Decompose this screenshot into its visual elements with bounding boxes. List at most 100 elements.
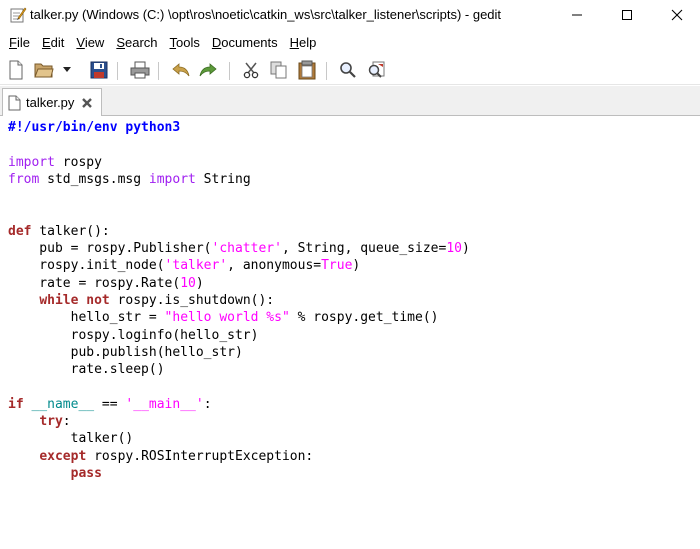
document-tab-strip: talker.py bbox=[0, 86, 700, 116]
code-token: String bbox=[195, 171, 251, 187]
code-token: talker(): bbox=[31, 223, 110, 239]
code-token: rospy.init_node( bbox=[8, 258, 165, 274]
print-button[interactable] bbox=[129, 59, 151, 81]
code-line[interactable]: except rospy.ROSInterruptException: bbox=[8, 448, 313, 465]
code-token: std_msgs.msg bbox=[39, 171, 149, 187]
code-token: % rospy.get_time() bbox=[289, 310, 439, 326]
copy-icon bbox=[270, 61, 288, 79]
save-icon bbox=[90, 61, 108, 79]
code-line[interactable]: if __name__ == '__main__': bbox=[8, 396, 212, 413]
find-icon bbox=[339, 61, 357, 79]
code-line[interactable]: rospy.loginfo(hello_str) bbox=[8, 327, 259, 344]
code-token: , String, queue_size= bbox=[281, 241, 447, 257]
code-token: try bbox=[39, 414, 63, 430]
close-icon bbox=[671, 9, 683, 21]
tab-talker-py[interactable]: talker.py bbox=[2, 88, 102, 116]
code-token: True bbox=[321, 258, 353, 274]
redo-button[interactable] bbox=[197, 59, 219, 81]
menu-help[interactable]: Help bbox=[285, 33, 322, 52]
code-token: not bbox=[86, 293, 110, 308]
dropdown-arrow-icon bbox=[62, 67, 72, 73]
code-token: __name__ bbox=[31, 396, 95, 412]
find-replace-button[interactable] bbox=[365, 59, 387, 81]
menu-edit[interactable]: Edit bbox=[37, 33, 69, 52]
code-line[interactable]: def talker(): bbox=[8, 223, 110, 240]
code-line[interactable]: import rospy bbox=[8, 154, 102, 171]
document-icon bbox=[8, 95, 22, 116]
gedit-app-icon bbox=[9, 6, 27, 24]
code-token: while bbox=[39, 293, 79, 308]
code-token: ) bbox=[461, 241, 470, 257]
menu-view[interactable]: View bbox=[71, 33, 109, 52]
open-dropdown-button[interactable] bbox=[59, 59, 75, 81]
redo-icon bbox=[198, 61, 218, 79]
paste-button[interactable] bbox=[296, 59, 318, 81]
code-token: : bbox=[203, 396, 212, 412]
code-line[interactable]: from std_msgs.msg import String bbox=[8, 171, 251, 188]
tab-label: talker.py bbox=[26, 95, 75, 110]
undo-button[interactable] bbox=[170, 59, 192, 81]
print-icon bbox=[130, 61, 150, 79]
save-button[interactable] bbox=[88, 59, 110, 81]
code-line[interactable]: rospy.init_node('talker', anonymous=True… bbox=[8, 257, 360, 274]
code-token: import bbox=[8, 154, 55, 170]
code-line[interactable]: pub = rospy.Publisher('chatter', String,… bbox=[8, 240, 470, 257]
code-editor[interactable]: #!/usr/bin/env python3 import rospy from s… bbox=[0, 116, 700, 549]
menu-documents[interactable]: Documents bbox=[207, 33, 283, 52]
minimize-button[interactable] bbox=[554, 0, 600, 30]
title-bar[interactable]: talker.py (Windows (C:) \opt\ros\noetic\… bbox=[0, 0, 700, 30]
code-token: 10 bbox=[446, 241, 462, 257]
paste-icon bbox=[298, 60, 316, 80]
new-document-icon bbox=[7, 60, 25, 80]
code-line[interactable]: while not rospy.is_shutdown(): bbox=[8, 292, 274, 309]
code-token: if bbox=[8, 396, 24, 412]
code-line[interactable]: try: bbox=[8, 413, 71, 430]
code-token: , anonymous= bbox=[227, 258, 322, 274]
menu-file[interactable]: File bbox=[4, 33, 35, 52]
open-button[interactable] bbox=[33, 59, 55, 81]
close-tab-icon[interactable] bbox=[81, 96, 93, 114]
code-token: : bbox=[62, 414, 71, 430]
code-line[interactable]: hello_str = "hello world %s" % rospy.get… bbox=[8, 309, 439, 326]
code-token: 'talker' bbox=[164, 258, 228, 274]
menu-search[interactable]: Search bbox=[111, 33, 162, 52]
new-document-button[interactable] bbox=[5, 59, 27, 81]
open-folder-icon bbox=[34, 61, 54, 79]
code-token: except bbox=[39, 448, 87, 464]
code-token: '__main__' bbox=[125, 396, 204, 412]
code-line[interactable]: talker() bbox=[8, 430, 134, 447]
menu-tools[interactable]: Tools bbox=[165, 33, 205, 52]
minimize-icon bbox=[571, 9, 583, 21]
code-token: from bbox=[8, 171, 40, 187]
toolbar-separator bbox=[326, 62, 327, 80]
code-token: pub.publish(hello_str) bbox=[8, 344, 243, 360]
code-line[interactable]: pass bbox=[8, 465, 102, 482]
code-token: == bbox=[94, 396, 126, 412]
find-replace-icon bbox=[367, 61, 385, 79]
code-token: talker() bbox=[8, 431, 134, 447]
code-line[interactable]: rate = rospy.Rate(10) bbox=[8, 275, 203, 292]
toolbar bbox=[0, 56, 700, 85]
code-token: rate = rospy.Rate( bbox=[8, 275, 181, 291]
code-token: hello_str = bbox=[8, 310, 165, 326]
code-token: rate.sleep() bbox=[8, 362, 165, 378]
code-token: import bbox=[148, 171, 196, 187]
code-token: rospy.loginfo(hello_str) bbox=[8, 327, 259, 343]
cut-button[interactable] bbox=[240, 59, 262, 81]
code-token: def bbox=[8, 223, 32, 239]
maximize-button[interactable] bbox=[604, 0, 650, 30]
copy-button[interactable] bbox=[268, 59, 290, 81]
code-token: ) bbox=[352, 258, 361, 274]
code-token: pass bbox=[70, 466, 102, 481]
code-line[interactable]: #!/usr/bin/env python3 bbox=[8, 119, 180, 136]
code-line[interactable]: rate.sleep() bbox=[8, 361, 165, 378]
close-window-button[interactable] bbox=[654, 0, 700, 30]
undo-icon bbox=[171, 61, 191, 79]
code-token: rospy.is_shutdown(): bbox=[109, 293, 275, 308]
find-button[interactable] bbox=[337, 59, 359, 81]
code-line[interactable]: pub.publish(hello_str) bbox=[8, 344, 243, 361]
